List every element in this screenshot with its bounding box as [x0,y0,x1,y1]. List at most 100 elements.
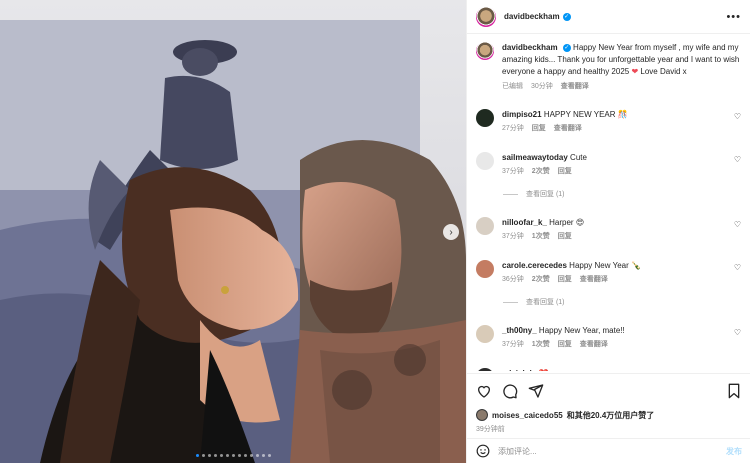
comment-likes[interactable]: 1次赞 [532,231,550,242]
comment-body: dimpiso21 HAPPY NEW YEAR 🎊 27分钟 回复 查看翻译 [502,109,732,134]
view-replies-label: 查看回复 (1) [526,191,565,198]
avatar[interactable] [476,325,494,343]
avatar[interactable] [476,152,494,170]
comment-likes[interactable]: 2次赞 [532,274,550,285]
comment-text: HAPPY NEW YEAR [543,110,616,119]
caption-username[interactable]: davidbeckham [502,43,558,52]
comment-like-icon[interactable]: ♡ [734,155,741,164]
reply-button[interactable]: 回复 [558,231,572,242]
reply-button[interactable]: 回复 [558,339,572,350]
comment-emoji: ❤️ [538,369,548,371]
comment-text: Harper [549,218,574,227]
smiley-icon[interactable] [476,444,490,458]
view-replies-button[interactable]: 查看回复 (1) [503,189,741,199]
view-replies-button[interactable]: 查看回复 (1) [503,297,741,307]
comment-username[interactable]: sailmeawaytoday [502,153,568,162]
comment-body: carole.cerecedes Happy New Year 🍾 36分钟 2次赞… [502,260,732,285]
comment-like-icon[interactable]: ♡ [734,220,741,229]
comment-time[interactable]: 37分钟 [502,339,524,350]
comment-like-icon[interactable]: ♡ [734,328,741,337]
comment-username[interactable]: nilloofar_k_ [502,218,547,227]
comment-likes[interactable]: 2次赞 [532,166,550,177]
carousel-dot [267,454,271,457]
comment-row: sailmeawaytoday Cute 37分钟 2次赞 回复 ♡ [476,152,741,177]
reply-button[interactable]: 回复 [558,166,572,177]
comment-text: Cute [570,153,587,162]
comment-item: sailmeawaytoday Cute 37分钟 2次赞 回复 ♡ 查看回复 (1) [476,152,741,199]
comment-body: nilloofar_k_ Harper 😍 37分钟 1次赞 回复 [502,217,732,242]
comment-time[interactable]: 36分钟 [502,274,524,285]
comment-row: dimpiso21 HAPPY NEW YEAR 🎊 27分钟 回复 查看翻译 ♡ [476,109,741,134]
avatar[interactable] [476,368,494,371]
caption-time: 30分钟 [531,83,553,90]
comment-input[interactable]: 添加评论... [498,446,537,457]
comment-item: dimpiso21 HAPPY NEW YEAR 🎊 27分钟 回复 查看翻译 ♡ [476,109,741,134]
comment-likes[interactable]: 1次赞 [532,339,550,350]
comment-username[interactable]: dimpiso21 [502,110,542,119]
bookmark-icon[interactable] [726,383,742,399]
comment-username[interactable]: _th00ny_ [502,326,537,335]
reply-button[interactable]: 回复 [558,274,572,285]
avatar[interactable] [476,42,494,60]
carousel-dot [249,454,253,457]
header-username[interactable]: davidbeckham [504,12,560,21]
avatar[interactable] [476,217,494,235]
carousel-dot [243,454,247,457]
carousel-dot [231,454,235,457]
see-translation-link[interactable]: 查看翻译 [580,274,608,285]
instagram-post-modal: › davidbeckham ✓ ••• davidbeckham ✓ Happ… [0,0,750,463]
see-translation-link[interactable]: 查看翻译 [554,123,582,134]
post-header: davidbeckham ✓ ••• [467,0,750,34]
red-heart-emoji: ❤ [631,67,639,76]
action-bar [476,382,742,400]
post-photo[interactable]: › [0,0,466,463]
reply-button[interactable]: 回复 [532,123,546,134]
carousel-next-button[interactable]: › [443,224,459,240]
heart-icon[interactable] [476,383,492,399]
likes-username[interactable]: moises_caicedo55 [492,411,563,420]
comment-meta: 27分钟 回复 查看翻译 [502,123,732,134]
likes-summary: moises_caicedo55 和其他20.4万位用户赞了 [476,409,742,421]
share-icon[interactable] [528,383,544,399]
comment-username[interactable]: carole.cerecedes [502,261,567,270]
comment-time[interactable]: 37分钟 [502,166,524,177]
likes-text[interactable]: 和其他20.4万位用户赞了 [567,410,655,421]
post-comment-button[interactable]: 发布 [726,446,742,457]
carousel-dot [237,454,241,457]
comment-item: _th00ny_ Happy New Year, mate!! 37分钟 1次赞回… [476,325,741,350]
comment-body: sailmeawaytoday Cute 37分钟 2次赞 回复 [502,152,732,177]
comment-row: _th00ny_ Happy New Year, mate!! 37分钟 1次赞回… [476,325,741,350]
avatar[interactable] [476,109,494,127]
carousel-indicator [0,454,466,457]
post-time[interactable]: 39分钟前 [476,424,742,434]
carousel-dot [225,454,229,457]
comment-item: carole.cerecedes Happy New Year 🍾 36分钟 2次赞… [476,260,741,307]
comment-time[interactable]: 37分钟 [502,231,524,242]
comment-icon[interactable] [502,383,518,399]
comment-emoji: 😍 [575,218,585,227]
carousel-dot [261,454,265,457]
avatar[interactable] [476,6,496,27]
see-translation-link[interactable]: 查看翻译 [561,81,589,91]
comment-text: Happy New Year, mate!! [538,326,625,335]
comment-body: edvickda ❤️37分钟2次赞回复 [502,368,732,371]
avatar[interactable] [476,409,488,421]
divider [503,301,518,303]
caption-body: davidbeckham ✓ Happy New Year from mysel… [502,42,747,78]
carousel-dot [195,454,199,457]
see-translation-link[interactable]: 查看翻译 [580,339,608,350]
comment-text: Happy New Year [569,261,629,270]
comment-like-icon[interactable]: ♡ [734,263,741,272]
comments-scroll[interactable]: davidbeckham ✓ Happy New Year from mysel… [467,34,750,371]
add-comment-bar: 添加评论... 发布 [467,438,750,463]
avatar[interactable] [476,260,494,278]
edited-label: 已编辑 [502,83,523,90]
comment-username[interactable]: edvickda [502,369,536,371]
comment-like-icon[interactable]: ♡ [734,112,741,121]
comment-meta: 37分钟 2次赞 回复 [502,166,732,177]
comment-item: nilloofar_k_ Harper 😍 37分钟 1次赞 回复 ♡ [476,217,741,242]
more-horizontal-icon[interactable]: ••• [726,11,741,23]
comment-row: carole.cerecedes Happy New Year 🍾 36分钟 2次赞… [476,260,741,285]
divider [503,193,518,195]
comment-time[interactable]: 27分钟 [502,123,524,134]
